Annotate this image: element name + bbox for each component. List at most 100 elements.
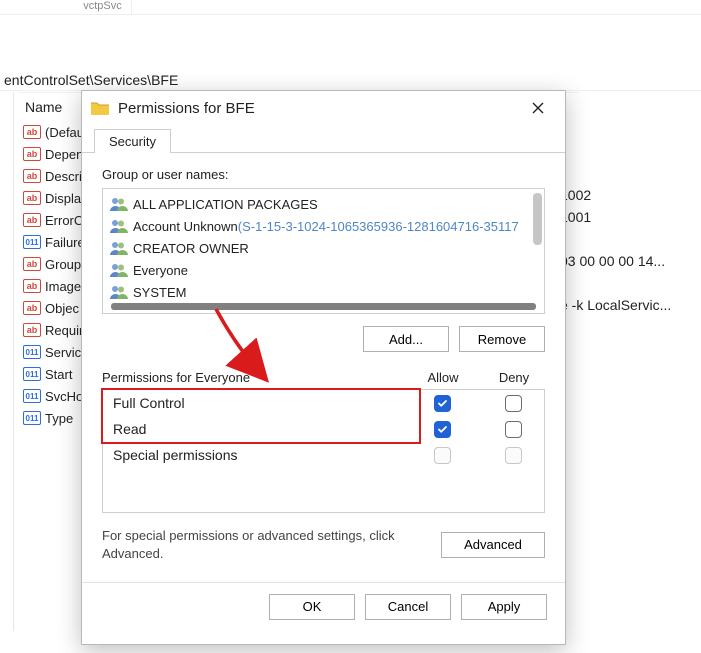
group-item[interactable]: ALL APPLICATION PACKAGES — [109, 193, 538, 215]
registry-value-row[interactable]: abImage — [19, 275, 90, 297]
permission-name: Special permissions — [103, 447, 402, 463]
svg-text:ab: ab — [27, 215, 38, 225]
group-icon — [109, 284, 129, 300]
permission-row: Full Control — [103, 390, 544, 416]
groups-label: Group or user names: — [102, 167, 545, 182]
registry-value-name: Descri — [45, 169, 82, 184]
apply-button[interactable]: Apply — [461, 594, 547, 620]
string-value-icon: ab — [21, 321, 43, 339]
registry-value-name: Failure — [45, 235, 85, 250]
advanced-button[interactable]: Advanced — [441, 532, 545, 558]
registry-value-data: 03 00 00 00 14... — [560, 250, 671, 272]
group-icon — [109, 240, 129, 256]
allow-checkbox[interactable] — [434, 395, 451, 412]
group-icon — [109, 196, 129, 212]
registry-value-data: 1002 — [560, 184, 671, 206]
binary-value-icon: 011 — [21, 233, 43, 251]
registry-value-name: Group — [45, 257, 81, 272]
group-item[interactable]: SYSTEM — [109, 281, 538, 303]
registry-value-row[interactable]: ab Requir — [19, 319, 90, 341]
registry-value-row[interactable]: abErrorC — [19, 209, 90, 231]
registry-value-name: Displa — [45, 191, 81, 206]
registry-value-row[interactable]: 011SvcHos — [19, 385, 90, 407]
close-button[interactable] — [517, 94, 559, 122]
registry-value-row[interactable]: ab (Defau — [19, 121, 90, 143]
background-tab: vctpSvc — [74, 0, 132, 14]
string-value-icon: ab — [21, 167, 43, 185]
svg-text:ab: ab — [27, 193, 38, 203]
registry-value-name: Image — [45, 279, 81, 294]
group-item[interactable]: Account Unknown(S-1-15-3-1024-1065365936… — [109, 215, 538, 237]
registry-value-data: e -k LocalServic... — [560, 294, 671, 316]
registry-value-row[interactable]: 011 Start — [19, 363, 90, 385]
group-name: Account Unknown — [133, 219, 238, 234]
binary-value-icon: 011 — [21, 343, 43, 361]
registry-value-data: 1001 — [560, 206, 671, 228]
column-header-name[interactable]: Name — [25, 99, 62, 115]
registry-value-name: Requir — [45, 323, 83, 338]
deny-checkbox — [505, 447, 522, 464]
svg-text:ab: ab — [27, 149, 38, 159]
address-path: entControlSet\Services\BFE — [0, 69, 701, 91]
permissions-for-label: Permissions for Everyone — [102, 370, 403, 385]
permission-row: Read — [103, 416, 544, 442]
binary-value-icon: 011 — [21, 387, 43, 405]
registry-value-row[interactable]: ab Displa — [19, 187, 90, 209]
deny-checkbox[interactable] — [505, 421, 522, 438]
svg-text:011: 011 — [26, 348, 39, 357]
registry-value-name: Start — [45, 367, 72, 382]
registry-value-name: Type — [45, 411, 73, 426]
registry-value-data — [560, 272, 671, 294]
tab-security[interactable]: Security — [94, 129, 171, 153]
deny-checkbox[interactable] — [505, 395, 522, 412]
allow-checkbox[interactable] — [434, 421, 451, 438]
scrollbar-horizontal[interactable] — [111, 303, 536, 310]
string-value-icon: ab — [21, 211, 43, 229]
svg-text:011: 011 — [26, 370, 39, 379]
group-item[interactable]: CREATOR OWNER — [109, 237, 538, 259]
groups-listbox[interactable]: ALL APPLICATION PACKAGESAccount Unknown(… — [102, 188, 545, 314]
advanced-hint: For special permissions or advanced sett… — [102, 527, 431, 562]
registry-value-row[interactable]: ab Depen — [19, 143, 90, 165]
registry-value-row[interactable]: ab Group — [19, 253, 90, 275]
deny-header: Deny — [483, 370, 545, 385]
permission-name: Full Control — [103, 395, 402, 411]
svg-text:ab: ab — [27, 325, 38, 335]
string-value-icon: ab — [21, 189, 43, 207]
add-button[interactable]: Add... — [363, 326, 449, 352]
group-item[interactable]: Everyone — [109, 259, 538, 281]
remove-button[interactable]: Remove — [459, 326, 545, 352]
folder-icon — [90, 100, 110, 116]
registry-value-row[interactable]: abObjec — [19, 297, 90, 319]
group-name: SYSTEM — [133, 285, 186, 300]
scrollbar-vertical[interactable] — [533, 193, 542, 245]
registry-value-row[interactable]: ab Descri — [19, 165, 90, 187]
group-name: Everyone — [133, 263, 188, 278]
permissions-listbox: Full Control Read Special permissions — [102, 389, 545, 513]
svg-text:011: 011 — [26, 414, 39, 423]
permissions-dialog: Permissions for BFE Security Group or us… — [81, 90, 566, 645]
registry-value-name: (Defau — [45, 125, 84, 140]
cancel-button[interactable]: Cancel — [365, 594, 451, 620]
group-icon — [109, 218, 129, 234]
svg-text:ab: ab — [27, 127, 38, 137]
string-value-icon: ab — [21, 123, 43, 141]
registry-value-row[interactable]: 011 Type — [19, 407, 90, 429]
registry-value-row[interactable]: 011Service — [19, 341, 90, 363]
binary-value-icon: 011 — [21, 365, 43, 383]
registry-value-name: Depen — [45, 147, 83, 162]
svg-text:ab: ab — [27, 171, 38, 181]
registry-value-data — [560, 228, 671, 250]
window-top-strip: vctpSvc — [0, 0, 701, 46]
string-value-icon: ab — [21, 299, 43, 317]
string-value-icon: ab — [21, 277, 43, 295]
svg-text:ab: ab — [27, 303, 38, 313]
ok-button[interactable]: OK — [269, 594, 355, 620]
string-value-icon: ab — [21, 255, 43, 273]
registry-value-row[interactable]: 011Failure — [19, 231, 90, 253]
svg-text:ab: ab — [27, 259, 38, 269]
dialog-title: Permissions for BFE — [118, 100, 517, 117]
permission-name: Read — [103, 421, 402, 437]
string-value-icon: ab — [21, 145, 43, 163]
allow-header: Allow — [403, 370, 483, 385]
